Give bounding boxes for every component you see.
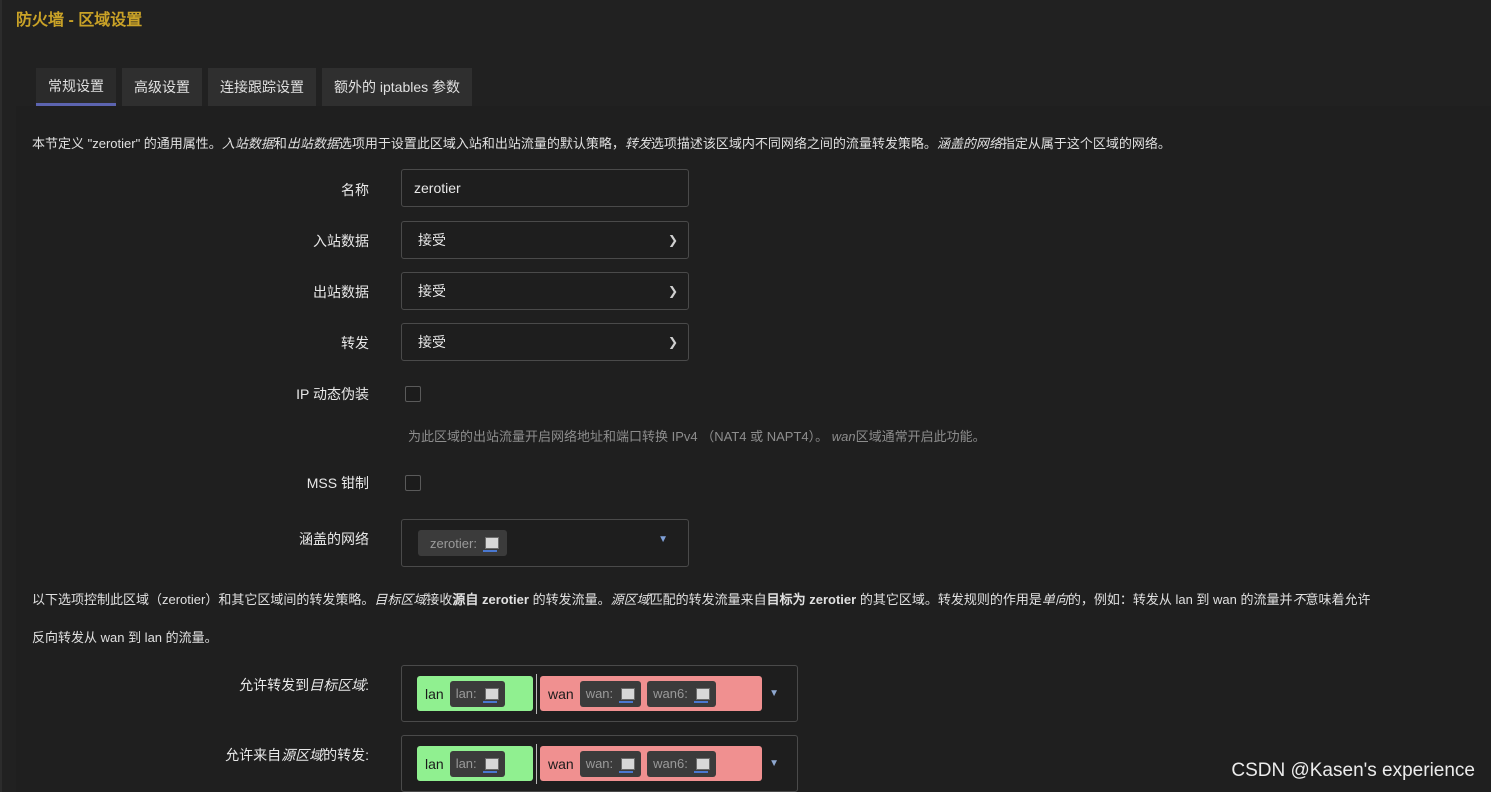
name-label: 名称 — [341, 182, 369, 198]
zone-separator — [536, 674, 537, 714]
tab-conntrack[interactable]: 连接跟踪设置 — [208, 68, 316, 106]
network-icon — [482, 537, 499, 552]
network-chip-wan6: wan6: — [647, 680, 716, 707]
network-chip-lan: lan: — [449, 680, 505, 707]
name-value: zerotier — [414, 180, 461, 196]
network-chip-lan: lan: — [449, 750, 505, 777]
zone-lan: lan lan: — [417, 746, 533, 781]
network-icon — [693, 757, 710, 773]
tab-extra-iptables[interactable]: 额外的 iptables 参数 — [322, 68, 473, 106]
network-icon — [619, 757, 636, 773]
masquerading-checkbox[interactable] — [405, 386, 421, 402]
src-zones-select[interactable]: lan lan: wan wan: wan6: ▼ — [401, 735, 798, 792]
zone-separator — [536, 744, 537, 784]
zone-wan: wan wan: wan6: — [540, 676, 762, 711]
name-input[interactable]: zerotier — [401, 169, 689, 207]
zone-wan: wan wan: wan6: — [540, 746, 762, 781]
network-icon — [619, 687, 636, 703]
chevron-down-icon: ❯ — [667, 284, 678, 298]
dropdown-caret-icon: ▼ — [769, 688, 779, 699]
covered-networks-select[interactable]: zerotier: ▼ — [401, 519, 689, 567]
output-policy-value: 接受 — [418, 283, 446, 299]
forwarding-description-cont: 反向转发从 wan 到 lan 的流量。 — [32, 630, 218, 645]
network-icon — [693, 687, 710, 703]
forward-policy-value: 接受 — [418, 334, 446, 350]
network-chip-zerotier: zerotier: — [418, 530, 507, 556]
output-policy-label: 出站数据 — [313, 284, 369, 300]
zone-lan-label: lan — [425, 685, 444, 702]
zone-wan-label: wan — [548, 685, 574, 702]
left-border — [0, 0, 2, 792]
mss-clamping-label: MSS 钳制 — [306, 475, 369, 491]
network-icon — [482, 757, 499, 773]
network-chip-wan: wan: — [579, 750, 642, 777]
input-policy-label: 入站数据 — [313, 233, 369, 249]
watermark: CSDN @Kasen's experience — [1231, 760, 1475, 781]
tab-advanced[interactable]: 高级设置 — [122, 68, 202, 106]
dropdown-caret-icon: ▼ — [769, 758, 779, 769]
dest-zones-select[interactable]: lan lan: wan wan: wan6: ▼ — [401, 665, 798, 722]
output-policy-select[interactable]: 接受 ❯ — [401, 272, 689, 310]
zone-lan-label: lan — [425, 755, 444, 772]
network-chip-label: zerotier: — [430, 535, 477, 551]
input-policy-value: 接受 — [418, 232, 446, 248]
zone-wan-label: wan — [548, 755, 574, 772]
network-chip-wan6: wan6: — [647, 750, 716, 777]
chevron-down-icon: ❯ — [667, 335, 678, 349]
tab-bar: 常规设置 高级设置 连接跟踪设置 额外的 iptables 参数 — [36, 68, 478, 106]
masquerading-hint: 为此区域的出站流量开启网络地址和端口转换 IPv4 （NAT4 或 NAPT4）… — [408, 429, 986, 444]
network-icon — [482, 687, 499, 703]
input-policy-select[interactable]: 接受 ❯ — [401, 221, 689, 259]
section-description: 本节定义 "zerotier" 的通用属性。入站数据和出站数据选项用于设置此区域… — [32, 136, 1171, 151]
forward-policy-select[interactable]: 接受 ❯ — [401, 323, 689, 361]
dropdown-caret-icon: ▼ — [658, 534, 668, 545]
tab-general[interactable]: 常规设置 — [36, 68, 116, 106]
page-title: 防火墙 - 区域设置 — [16, 12, 143, 29]
masquerading-label: IP 动态伪装 — [296, 386, 369, 402]
zone-lan: lan lan: — [417, 676, 533, 711]
forwarding-description: 以下选项控制此区域（zerotier）和其它区域间的转发策略。目标区域接收源自 … — [32, 592, 1371, 607]
src-zones-label: 允许来自源区域的转发: — [225, 747, 369, 763]
dest-zones-label: 允许转发到目标区域: — [239, 677, 369, 693]
mss-clamping-checkbox[interactable] — [405, 475, 421, 491]
network-chip-wan: wan: — [579, 680, 642, 707]
forward-policy-label: 转发 — [341, 335, 369, 351]
covered-networks-label: 涵盖的网络 — [299, 531, 369, 547]
chevron-down-icon: ❯ — [667, 233, 678, 247]
